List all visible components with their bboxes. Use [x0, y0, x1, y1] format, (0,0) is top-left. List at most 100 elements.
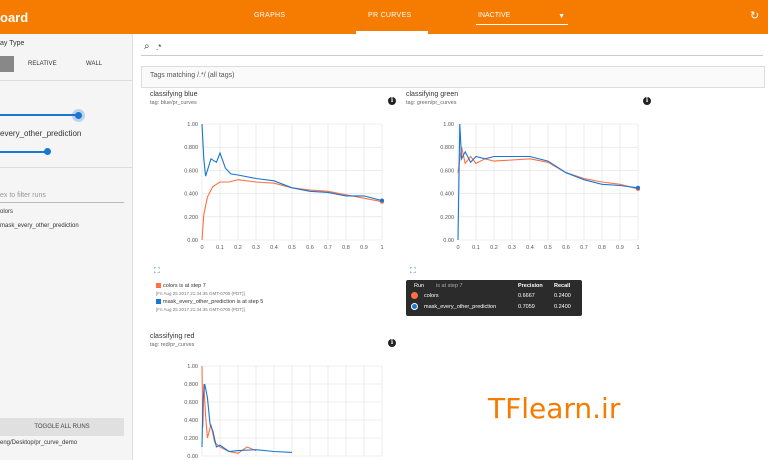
- tooltip-header-recall: Recall: [554, 283, 571, 289]
- logdir-path: eng/Desktop/pr_curve_demo: [0, 440, 78, 446]
- x-tick-label: 0.6: [562, 245, 570, 251]
- tag-search-input[interactable]: .*: [156, 43, 161, 52]
- tag-group-label: Tags matching /.*/ (all tags): [150, 72, 235, 79]
- tooltip-precision: 0.6667: [518, 293, 535, 299]
- filter-underline: [0, 202, 124, 203]
- divider: [0, 80, 132, 81]
- y-tick-label: 0.200: [184, 215, 198, 221]
- y-tick-label: 0.600: [440, 168, 454, 174]
- y-tick-label: 0.200: [440, 215, 454, 221]
- y-tick-label: 0.800: [184, 382, 198, 388]
- search-icon: ⌕: [144, 41, 150, 52]
- run-slider-knob[interactable]: [44, 148, 51, 155]
- y-tick-label: 0.00: [187, 238, 198, 244]
- legend-swatch: [156, 299, 161, 305]
- run-slider-label: every_other_prediction: [0, 129, 82, 138]
- series-end-point: [380, 198, 384, 203]
- y-tick-label: 1.00: [443, 122, 454, 128]
- toggle-all-runs-button[interactable]: TOGGLE ALL RUNS: [0, 418, 124, 436]
- pr-curve-chart-green[interactable]: 0.00 0.200 0.400 0.600 0.800 1.00 0 0.1 0.2 0.3 0.…: [406, 110, 648, 260]
- x-tick-label: 1: [636, 245, 639, 251]
- chevron-down-icon: ▼: [558, 13, 565, 20]
- info-icon[interactable]: i: [388, 97, 396, 105]
- x-tick-label: 0.9: [360, 245, 368, 251]
- x-tick-label: 0: [456, 245, 459, 251]
- info-icon[interactable]: i: [388, 339, 396, 347]
- pr-curve-chart-red[interactable]: 1.00 0.800 0.600 0.400 0.200 0.00: [150, 352, 392, 460]
- relative-option[interactable]: RELATIVE: [28, 61, 57, 67]
- tooltip-recall: 0.2400: [554, 304, 571, 310]
- y-tick-label: 0.200: [184, 436, 198, 442]
- y-tick-label: 0.400: [440, 192, 454, 198]
- step-slider-track[interactable]: [0, 114, 80, 116]
- x-tick-label: 0.1: [216, 245, 224, 251]
- y-tick-label: 0.400: [184, 192, 198, 198]
- active-tab-indicator: [356, 31, 428, 34]
- tooltip-step: is at step 7: [436, 283, 463, 289]
- x-tick-label: 0: [200, 245, 203, 251]
- x-tick-label: 0.5: [288, 245, 296, 251]
- x-tick-label: 0.7: [324, 245, 332, 251]
- tooltip-recall: 0.2400: [554, 293, 571, 299]
- x-tick-label: 0.3: [508, 245, 516, 251]
- expand-icon[interactable]: ⛶: [154, 266, 160, 276]
- run-item-colors[interactable]: olors: [0, 209, 13, 215]
- legend-timestamp: [Fri Aug 25 2017 21:34:35 GMT-0700 (PDT)…: [156, 291, 245, 296]
- y-tick-label: 0.800: [184, 145, 198, 151]
- card-tag: tag: green/pr_curves: [406, 100, 457, 106]
- x-tick-label: 0.9: [616, 245, 624, 251]
- step-slider-knob[interactable]: [75, 112, 82, 119]
- y-tick-label: 0.800: [440, 145, 454, 151]
- run-item-mask[interactable]: mask_every_other_prediction: [0, 223, 79, 229]
- x-tick-label: 0.6: [306, 245, 314, 251]
- series-line: [201, 365, 257, 454]
- tooltip-precision: 0.7059: [518, 304, 535, 310]
- y-tick-label: 1.00: [187, 364, 198, 370]
- y-tick-label: 0.600: [184, 168, 198, 174]
- tooltip-run: mask_every_other_prediction: [424, 304, 497, 310]
- legend-timestamp: [Fri Aug 25 2017 21:34:35 GMT-0700 (PDT)…: [156, 307, 245, 312]
- y-tick-label: 0.400: [184, 418, 198, 424]
- reload-icon[interactable]: ↻: [750, 9, 759, 22]
- x-tick-label: 0.2: [490, 245, 498, 251]
- card-title: classifying red: [150, 333, 195, 340]
- sidebar: ay Type RELATIVE WALL every_other_predic…: [0, 34, 133, 460]
- step-option-button[interactable]: [0, 56, 14, 72]
- y-tick-label: 0.00: [187, 454, 198, 460]
- x-tick-label: 0.8: [342, 245, 350, 251]
- tooltip-header-run: Run: [414, 283, 425, 289]
- card-tag: tag: blue/pr_curves: [150, 100, 197, 106]
- card-title: classifying blue: [150, 91, 198, 98]
- expand-icon[interactable]: ⛶: [410, 266, 416, 276]
- legend-colors: colors is at step 7: [156, 283, 206, 289]
- card-tag: tag: red/pr_curves: [150, 342, 195, 348]
- legend-text: colors is at step 7: [163, 283, 206, 289]
- tooltip-header-precision: Precision: [518, 283, 543, 289]
- pr-curve-chart-blue[interactable]: 0.00 0.200 0.400 0.600 0.800 1.00 0 0.1 0.2 0.3 0.…: [150, 110, 392, 260]
- x-tick-label: 0.4: [270, 245, 278, 251]
- y-tick-label: 0.00: [443, 238, 454, 244]
- legend-text: mask_every_other_prediction is at step 5: [163, 299, 264, 305]
- tab-graphs[interactable]: GRAPHS: [254, 12, 285, 19]
- tag-group-header[interactable]: Tags matching /.*/ (all tags): [141, 66, 765, 88]
- search-underline: [141, 55, 763, 56]
- x-tick-label: 1: [380, 245, 383, 251]
- tab-pr-curves[interactable]: PR CURVES: [368, 12, 411, 19]
- tooltip-swatch: [411, 292, 418, 299]
- wall-option[interactable]: WALL: [86, 61, 102, 67]
- x-tick-label: 0.8: [598, 245, 606, 251]
- tooltip-swatch: [411, 303, 418, 310]
- pr-tooltip: Run is at step 7 Precision Recall colors…: [406, 280, 582, 316]
- legend-mask: mask_every_other_prediction is at step 5: [156, 299, 263, 305]
- x-tick-label: 0.3: [252, 245, 260, 251]
- x-tick-label: 0.7: [580, 245, 588, 251]
- run-filter-input[interactable]: ex to filter runs: [0, 192, 46, 199]
- legend-swatch: [156, 283, 161, 289]
- run-slider-track[interactable]: [0, 151, 48, 153]
- inactive-dropdown[interactable]: INACTIVE ▼: [476, 10, 568, 25]
- top-app-bar: oard GRAPHS PR CURVES INACTIVE ▼ ↻: [0, 0, 768, 34]
- y-tick-label: 1.00: [187, 122, 198, 128]
- info-icon[interactable]: i: [643, 97, 651, 105]
- tooltip-run: colors: [424, 293, 439, 299]
- series-line: [201, 383, 293, 453]
